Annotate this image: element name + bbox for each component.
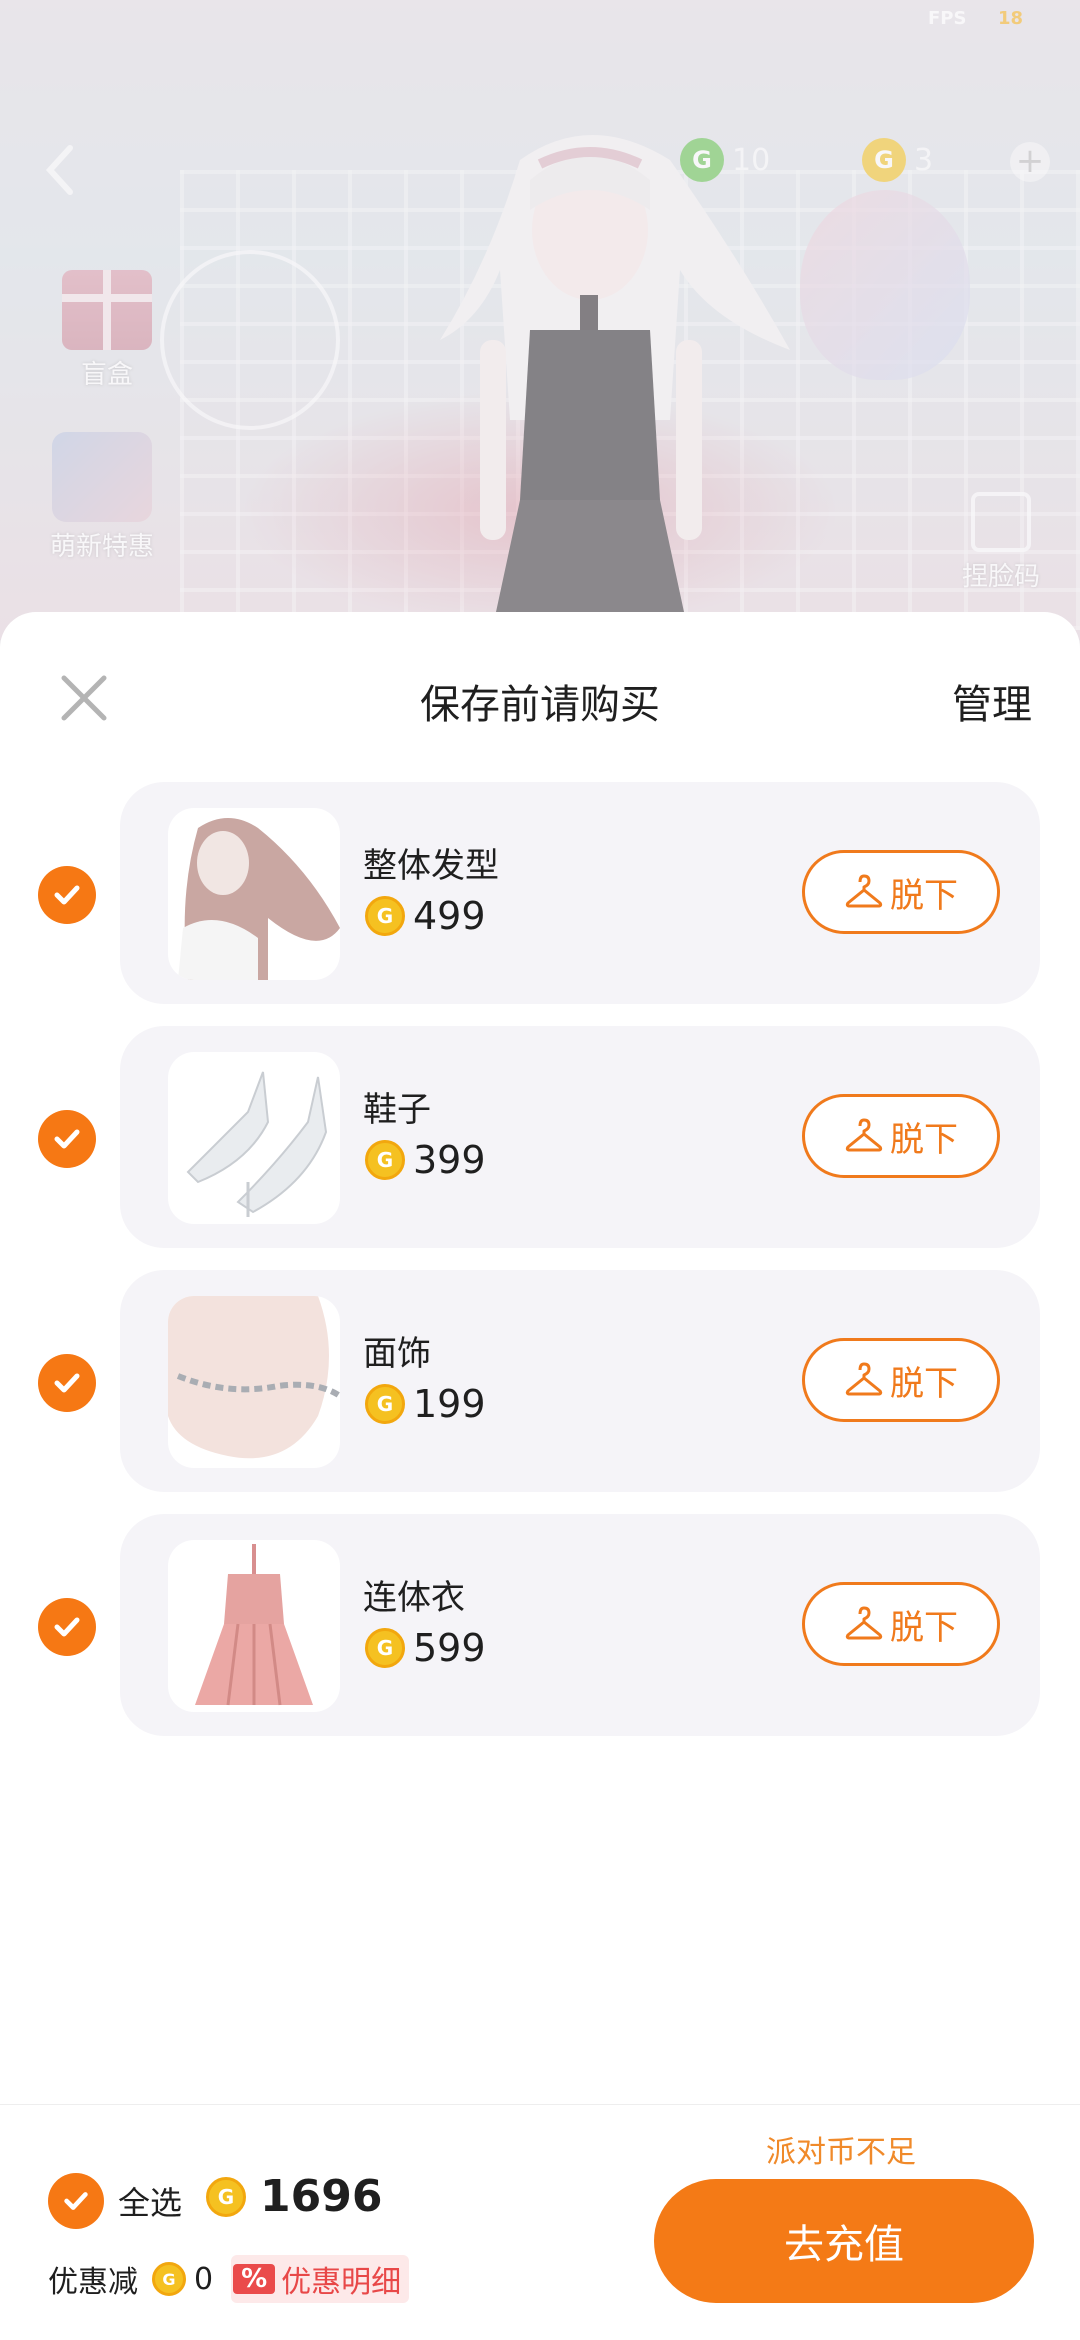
checkmark-icon [54,1129,80,1149]
item-name: 整体发型 [363,846,499,886]
game-scene: FPS 18 G 10 G 3 + 盲盒 萌新特惠 捏脸码 [0,0,1080,640]
hanger-icon [845,1362,883,1396]
face-accessory-thumbnail-icon [168,1296,340,1459]
remove-button[interactable]: 脱下 [802,1582,1000,1666]
list-item: 面饰 G 199 脱下 [0,1270,1080,1492]
checkmark-icon [54,885,80,905]
checkmark-icon [64,2192,88,2210]
item-card: 面饰 G 199 脱下 [120,1270,1040,1492]
dress-thumbnail-icon [195,1544,313,1706]
item-thumbnail [168,1296,340,1468]
sheet-header: 保存前请购买 管理 [0,612,1080,782]
discount-label: 优惠减 [48,2265,138,2300]
total-price: G 1696 [206,2171,382,2222]
item-price: G 599 [365,1626,486,1670]
insufficient-coins-warning: 派对币不足 [766,2135,916,2170]
percent-icon: % [233,2264,276,2294]
coin-icon: G [365,896,405,936]
shoes-thumbnail-icon [186,1071,328,1217]
recharge-button[interactable]: 去充值 [654,2179,1034,2303]
select-all-toggle[interactable]: 全选 [48,2173,182,2229]
total-price-value: 1696 [260,2171,383,2222]
coin-icon: G [152,2262,186,2296]
item-name: 鞋子 [363,1090,431,1130]
coin-icon: G [206,2176,246,2217]
list-item: 鞋子 G 399 脱下 [0,1026,1080,1248]
item-price-value: 399 [413,1138,486,1182]
hair-thumbnail-icon [178,818,340,980]
coin-icon: G [365,1628,405,1668]
remove-label: 脱下 [890,875,958,916]
item-checkbox[interactable] [38,866,96,924]
item-price: G 499 [365,894,486,938]
discount-row: 优惠减 G 0 % 优惠明细 [48,2255,410,2303]
item-price-value: 499 [413,894,486,938]
hanger-icon [845,1118,883,1152]
item-checkbox[interactable] [38,1354,96,1412]
sheet-title: 保存前请购买 [420,682,660,728]
coin-icon: G [365,1384,405,1424]
remove-label: 脱下 [890,1119,958,1160]
select-all-label: 全选 [118,2184,183,2222]
remove-label: 脱下 [890,1363,958,1404]
list-item: 整体发型 G 499 脱下 [0,782,1080,1004]
purchase-sheet: 保存前请购买 管理 整体发型 G 499 脱下 鞋子 G 399 脱下 面饰 G… [0,612,1080,2340]
item-price: G 399 [365,1138,486,1182]
discount-value: 0 [194,2261,214,2297]
item-checkbox[interactable] [38,1110,96,1168]
remove-label: 脱下 [890,1607,958,1648]
remove-button[interactable]: 脱下 [802,1094,1000,1178]
item-thumbnail [168,1540,340,1712]
item-thumbnail [168,808,340,980]
item-price-value: 199 [413,1382,486,1426]
select-all-checkbox[interactable] [48,2173,104,2229]
hanger-icon [845,874,883,908]
item-card: 鞋子 G 399 脱下 [120,1026,1040,1248]
checkmark-icon [54,1617,80,1637]
manage-button[interactable]: 管理 [952,672,1032,730]
scene-dim-overlay [0,0,1080,640]
item-name: 面饰 [363,1334,431,1374]
checkout-footer: 派对币不足 全选 G 1696 优惠减 G 0 % 优惠明细 去充值 [0,2104,1080,2340]
item-checkbox[interactable] [38,1598,96,1656]
hanger-icon [845,1606,883,1640]
item-card: 连体衣 G 599 脱下 [120,1514,1040,1736]
remove-button[interactable]: 脱下 [802,850,1000,934]
item-price-value: 599 [413,1626,486,1670]
coin-icon: G [365,1140,405,1180]
item-thumbnail [168,1052,340,1224]
list-item: 连体衣 G 599 脱下 [0,1514,1080,1736]
discount-detail-label: 优惠明细 [281,2265,402,2300]
item-card: 整体发型 G 499 脱下 [120,782,1040,1004]
discount-detail-button[interactable]: % 优惠明细 [231,2255,410,2303]
checkmark-icon [54,1373,80,1393]
item-price: G 199 [365,1382,486,1426]
remove-button[interactable]: 脱下 [802,1338,1000,1422]
item-name: 连体衣 [363,1578,465,1618]
